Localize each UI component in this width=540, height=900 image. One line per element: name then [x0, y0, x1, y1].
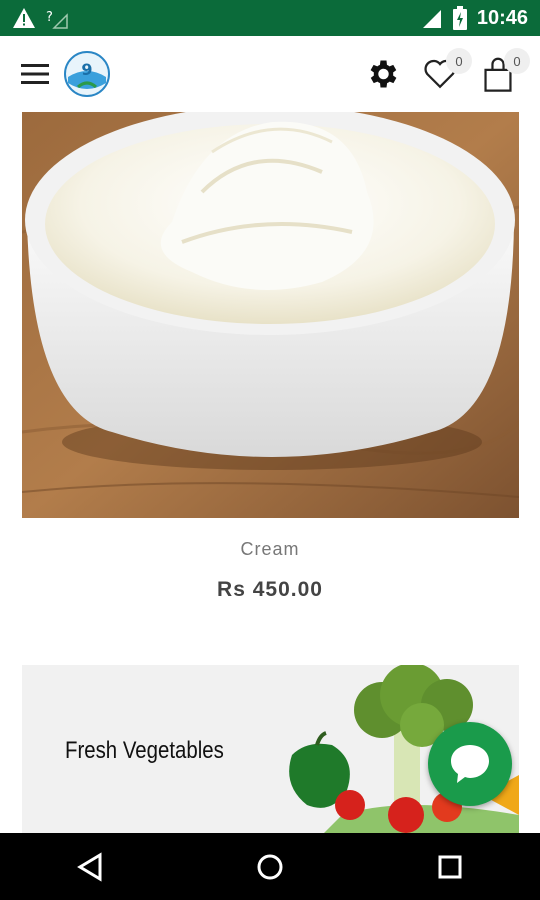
warning-icon: [13, 8, 35, 28]
status-time: 10:46: [476, 6, 528, 29]
signal-icon: [422, 10, 441, 28]
gear-icon[interactable]: [360, 52, 404, 96]
no-signal-icon: ?: [46, 10, 68, 29]
home-icon[interactable]: [240, 842, 300, 892]
cart-count-badge: 0: [504, 48, 530, 74]
wishlist-button[interactable]: 0: [418, 48, 472, 96]
recents-icon[interactable]: [420, 842, 480, 892]
wishlist-count-badge: 0: [446, 48, 472, 74]
chat-button[interactable]: [428, 722, 512, 806]
back-icon[interactable]: [60, 842, 120, 892]
banner-title: Fresh Vegetables: [65, 737, 224, 764]
status-bar: ? 10:46: [0, 0, 540, 36]
status-bar-right: 10:46: [421, 6, 528, 30]
brand-logo[interactable]: 9: [64, 51, 110, 97]
cart-button[interactable]: 0: [476, 48, 530, 96]
system-nav-bar: [0, 833, 540, 900]
product-name[interactable]: Cream: [0, 539, 540, 560]
status-bar-left: ?: [12, 7, 68, 29]
product-image[interactable]: [22, 112, 519, 518]
bowl-of-cream-image: [22, 112, 519, 518]
battery-icon: [452, 6, 467, 30]
chat-bubble-icon: [451, 745, 489, 783]
svg-text:9: 9: [81, 60, 92, 79]
app-header: 9 0 0: [0, 36, 540, 112]
hamburger-menu-icon[interactable]: [20, 59, 50, 89]
svg-text:?: ?: [46, 10, 53, 25]
product-price: Rs 450.00: [217, 578, 323, 601]
